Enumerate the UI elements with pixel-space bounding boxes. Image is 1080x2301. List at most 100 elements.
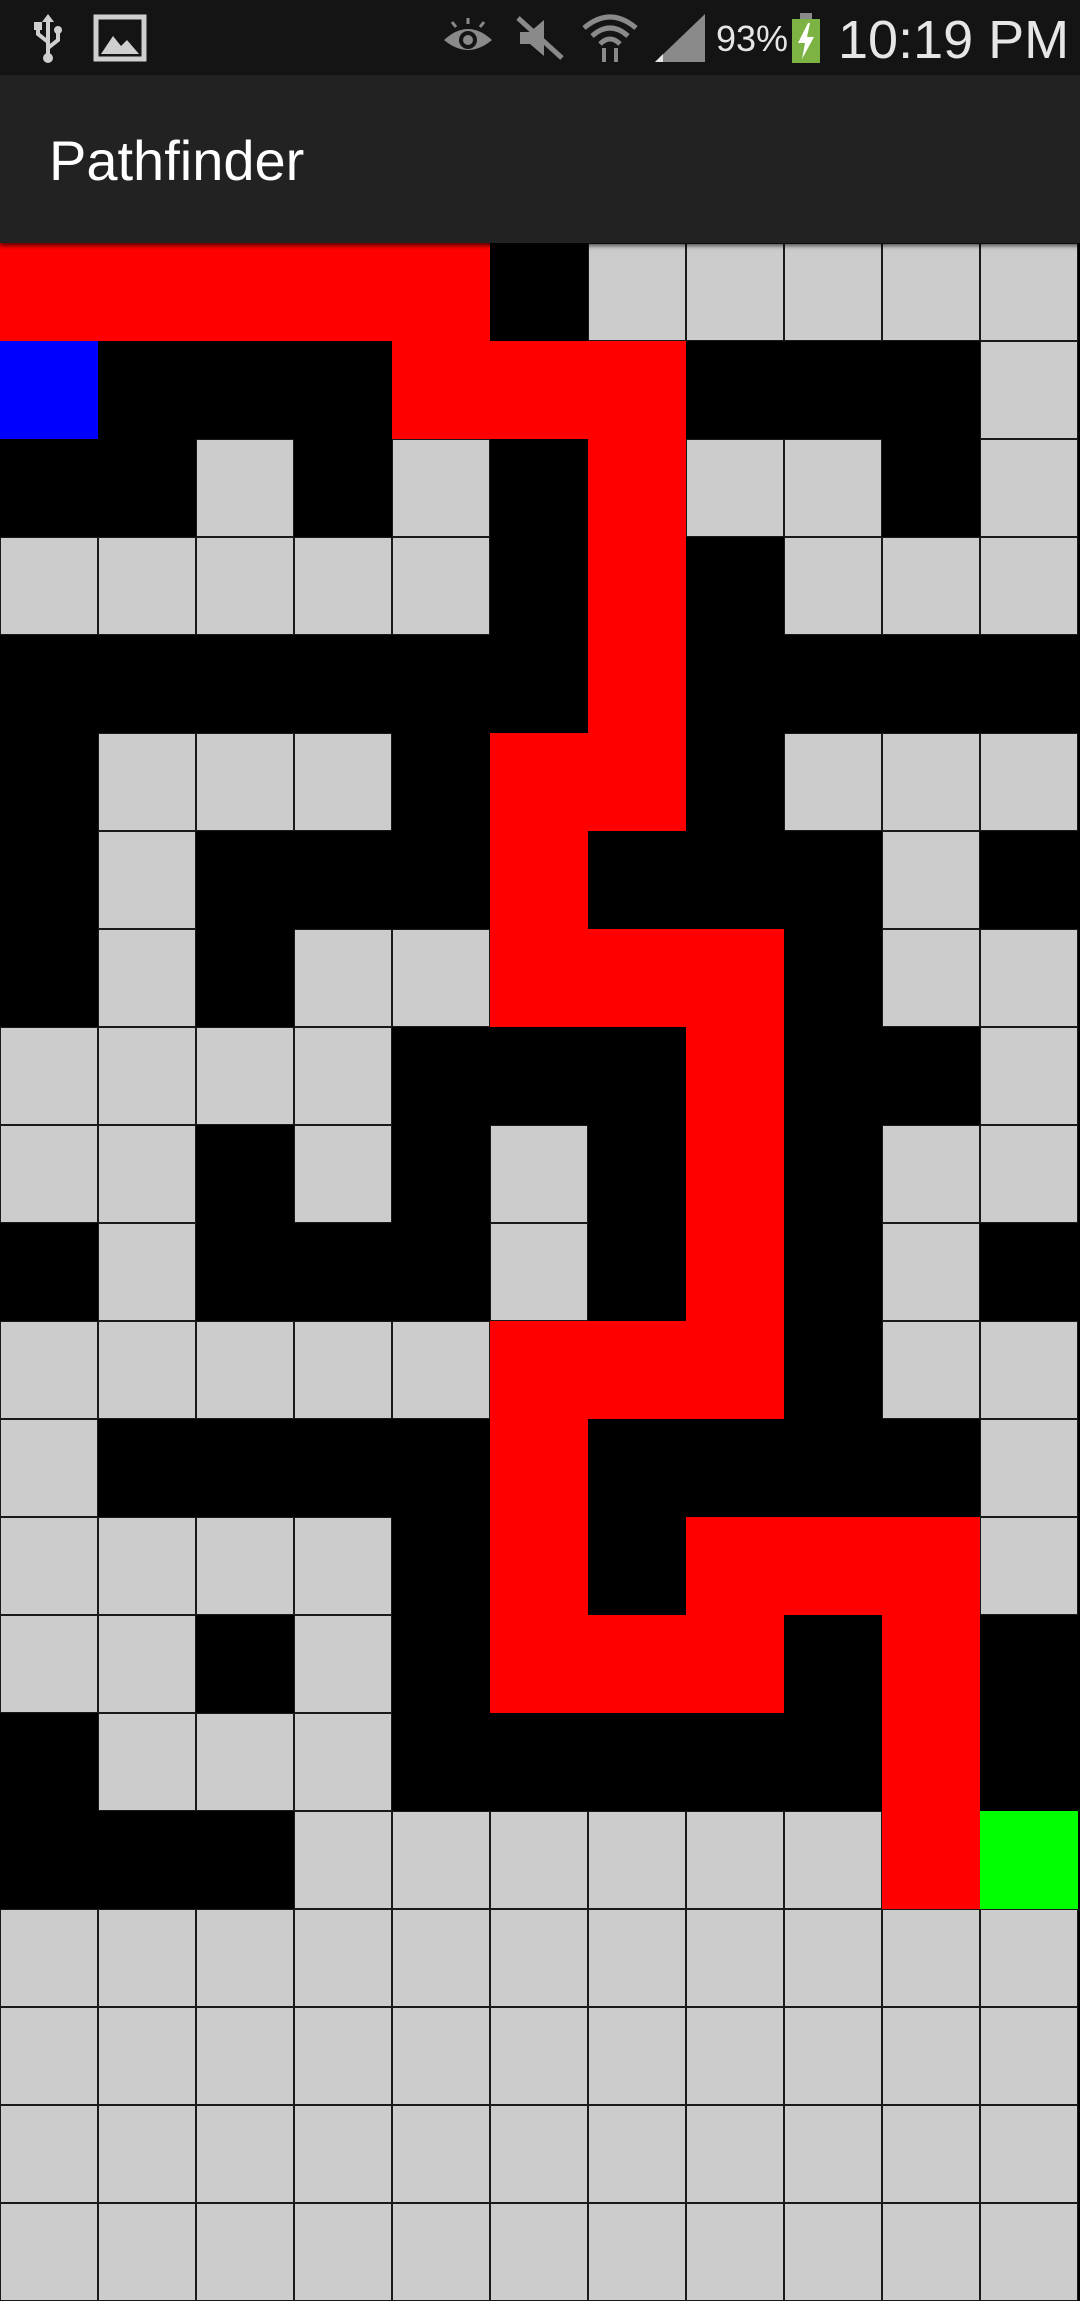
maze-cell-open[interactable] [196,733,294,831]
maze-cell-open[interactable] [980,1419,1078,1517]
maze-cell-wall[interactable] [490,1713,588,1811]
maze-cell-wall[interactable] [196,1125,294,1223]
maze-cell-wall[interactable] [980,1223,1078,1321]
maze-cell-open[interactable] [294,929,392,1027]
maze-cell-open[interactable] [392,1909,490,2007]
maze-cell-open[interactable] [98,733,196,831]
maze-cell-wall[interactable] [294,831,392,929]
maze-cell-open[interactable] [0,1321,98,1419]
maze-cell-wall[interactable] [784,1223,882,1321]
maze-cell-open[interactable] [0,2203,98,2301]
maze-cell-path[interactable] [882,1517,980,1615]
maze-cell-open[interactable] [294,1909,392,2007]
maze-cell-open[interactable] [980,2203,1078,2301]
maze-cell-open[interactable] [980,439,1078,537]
maze-cell-wall[interactable] [196,341,294,439]
maze-cell-open[interactable] [98,1517,196,1615]
maze-cell-open[interactable] [882,2007,980,2105]
maze-cell-wall[interactable] [294,1419,392,1517]
maze-cell-open[interactable] [98,1321,196,1419]
maze-cell-open[interactable] [98,929,196,1027]
maze-cell-open[interactable] [294,2007,392,2105]
maze-cell-open[interactable] [980,733,1078,831]
maze-cell-open[interactable] [980,341,1078,439]
maze-cell-path[interactable] [490,929,588,1027]
maze-cell-open[interactable] [490,1223,588,1321]
maze-cell-wall[interactable] [392,1713,490,1811]
maze-cell-wall[interactable] [490,1027,588,1125]
maze-cell-open[interactable] [392,929,490,1027]
maze-cell-wall[interactable] [196,635,294,733]
maze-cell-wall[interactable] [490,243,588,341]
maze-cell-open[interactable] [980,1027,1078,1125]
maze-cell-wall[interactable] [588,1713,686,1811]
maze-cell-wall[interactable] [392,635,490,733]
maze-cell-path[interactable] [490,1615,588,1713]
maze-cell-wall[interactable] [784,1713,882,1811]
maze-cell-wall[interactable] [686,733,784,831]
maze-cell-open[interactable] [784,2007,882,2105]
maze-cell-open[interactable] [784,733,882,831]
maze-cell-wall[interactable] [196,1811,294,1909]
maze-cell-open[interactable] [882,243,980,341]
maze-cell-open[interactable] [686,1811,784,1909]
maze-cell-open[interactable] [980,2007,1078,2105]
maze-cell-open[interactable] [0,1027,98,1125]
maze-cell-wall[interactable] [882,439,980,537]
maze-cell-path[interactable] [588,341,686,439]
maze-cell-open[interactable] [0,1125,98,1223]
maze-cell-wall[interactable] [490,635,588,733]
maze-cell-wall[interactable] [98,635,196,733]
maze-cell-wall[interactable] [882,341,980,439]
maze-cell-path[interactable] [0,243,98,341]
maze-cell-open[interactable] [196,1713,294,1811]
maze-cell-open[interactable] [294,1125,392,1223]
maze-cell-open[interactable] [0,1419,98,1517]
maze-cell-open[interactable] [882,537,980,635]
maze-cell-open[interactable] [882,831,980,929]
maze-cell-wall[interactable] [784,341,882,439]
maze-cell-open[interactable] [196,439,294,537]
maze-cell-open[interactable] [980,537,1078,635]
maze-cell-wall[interactable] [686,1713,784,1811]
maze-cell-path[interactable] [588,1321,686,1419]
maze-cell-wall[interactable] [0,1223,98,1321]
maze-cell-open[interactable] [490,1811,588,1909]
maze-cell-path[interactable] [490,733,588,831]
maze-cell-wall[interactable] [784,635,882,733]
maze-cell-path[interactable] [686,1027,784,1125]
maze-cell-wall[interactable] [588,1223,686,1321]
maze-cell-open[interactable] [392,537,490,635]
maze-cell-wall[interactable] [196,831,294,929]
maze-cell-wall[interactable] [980,1615,1078,1713]
maze-cell-open[interactable] [98,537,196,635]
maze-cell-open[interactable] [98,1615,196,1713]
maze-cell-wall[interactable] [686,341,784,439]
maze-cell-wall[interactable] [0,831,98,929]
maze-cell-open[interactable] [196,1027,294,1125]
maze-cell-open[interactable] [686,2007,784,2105]
maze-cell-path[interactable] [686,1321,784,1419]
maze-cell-wall[interactable] [294,1223,392,1321]
maze-cell-open[interactable] [0,537,98,635]
maze-cell-wall[interactable] [392,733,490,831]
maze-cell-open[interactable] [294,537,392,635]
maze-cell-path[interactable] [686,929,784,1027]
maze-cell-wall[interactable] [0,929,98,1027]
maze-cell-wall[interactable] [294,439,392,537]
maze-cell-wall[interactable] [0,1713,98,1811]
maze-cell-open[interactable] [98,1909,196,2007]
maze-cell-path[interactable] [294,243,392,341]
maze-cell-path[interactable] [588,929,686,1027]
maze-cell-open[interactable] [0,1909,98,2007]
maze-cell-wall[interactable] [784,1125,882,1223]
maze-cell-open[interactable] [784,2105,882,2203]
maze-cell-open[interactable] [196,2203,294,2301]
maze-cell-wall[interactable] [0,635,98,733]
maze-cell-open[interactable] [196,2105,294,2203]
maze-cell-wall[interactable] [784,831,882,929]
maze-cell-open[interactable] [196,537,294,635]
maze-cell-open[interactable] [588,1811,686,1909]
maze-cell-open[interactable] [882,1321,980,1419]
maze-cell-open[interactable] [294,1811,392,1909]
